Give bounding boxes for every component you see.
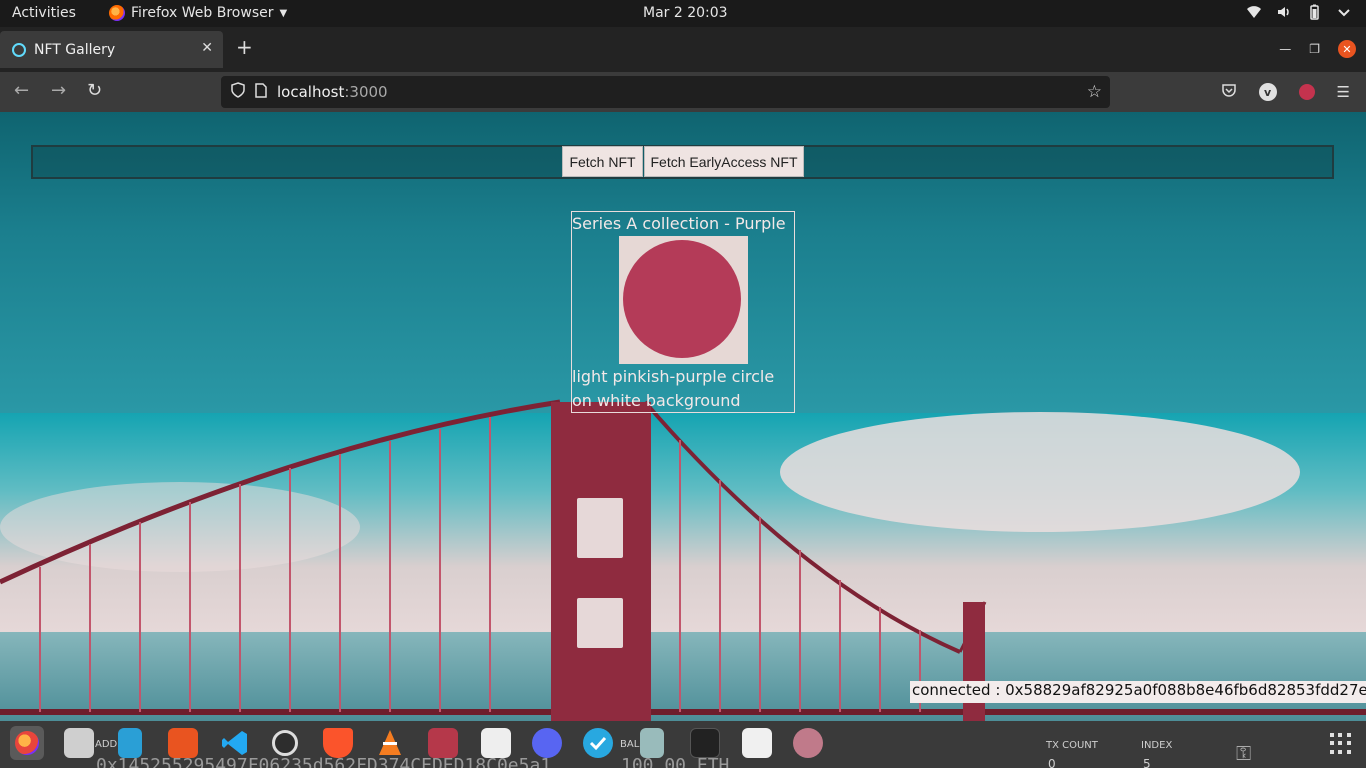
ubuntu-dock: ADD BAL 0x145255295497F06235d562FD374CED… bbox=[0, 721, 1366, 768]
wifi-icon bbox=[1246, 4, 1262, 20]
fetch-early-access-nft-button[interactable]: Fetch EarlyAccess NFT bbox=[644, 146, 804, 177]
firefox-icon bbox=[15, 731, 39, 755]
nft-card[interactable]: Series A collection - Purple light pinki… bbox=[571, 211, 795, 413]
maximize-button[interactable]: ❐ bbox=[1309, 42, 1320, 56]
app-menu[interactable]: Firefox Web Browser ▼ bbox=[109, 5, 287, 21]
react-icon bbox=[12, 42, 26, 57]
app-menu-label: Firefox Web Browser bbox=[131, 5, 274, 21]
new-tab-button[interactable]: + bbox=[236, 37, 253, 57]
toolbar-right: v ☰ bbox=[1221, 82, 1350, 102]
bookmark-star-icon[interactable]: ☆ bbox=[1087, 82, 1102, 102]
firefox-dock-icon[interactable] bbox=[10, 726, 44, 760]
bridge-illustration bbox=[0, 399, 1366, 715]
account-address: 0x145255295497F06235d562FD374CEDED18C0e5… bbox=[96, 755, 552, 768]
fetch-nft-button[interactable]: Fetch NFT bbox=[562, 146, 643, 177]
balance-label: BAL bbox=[620, 739, 640, 750]
url-bar[interactable]: localhost:3000 ☆ bbox=[221, 76, 1110, 108]
clock[interactable]: Mar 2 20:03 bbox=[643, 5, 728, 21]
tab-title: NFT Gallery bbox=[34, 41, 116, 58]
ganache-dock-icon[interactable] bbox=[793, 728, 823, 758]
libreoffice-writer-dock-icon[interactable] bbox=[118, 728, 142, 758]
page-content: Fetch NFT Fetch EarlyAccess NFT Series A… bbox=[0, 112, 1366, 721]
page-icon bbox=[255, 82, 267, 102]
system-tray[interactable] bbox=[1246, 4, 1352, 20]
volume-icon bbox=[1276, 4, 1292, 20]
discord-dock-icon[interactable] bbox=[532, 728, 562, 758]
pocket-icon[interactable] bbox=[1221, 82, 1237, 102]
forward-button[interactable]: → bbox=[51, 82, 66, 100]
tower-window bbox=[577, 498, 623, 558]
minimize-button[interactable]: — bbox=[1279, 42, 1291, 56]
text-editor-dock-icon[interactable] bbox=[481, 728, 511, 758]
activities-button[interactable]: Activities bbox=[12, 5, 76, 21]
spreadsheet-dock-icon[interactable] bbox=[640, 728, 664, 758]
ruby-mine-dock-icon[interactable] bbox=[428, 728, 458, 758]
checkmark-app-dock-icon[interactable] bbox=[583, 728, 613, 758]
index-label: INDEX bbox=[1141, 740, 1173, 751]
nft-circle-shape bbox=[623, 240, 741, 358]
extension-icon[interactable] bbox=[1298, 84, 1315, 100]
terminal-dock-icon[interactable] bbox=[690, 728, 720, 758]
bridge-tower bbox=[551, 402, 651, 721]
notes-dock-icon[interactable] bbox=[742, 728, 772, 758]
close-icon[interactable]: ✕ bbox=[201, 40, 213, 56]
tab-nft-gallery[interactable]: NFT Gallery ✕ bbox=[0, 31, 223, 68]
account-avatar-icon[interactable]: v bbox=[1258, 83, 1277, 101]
files-dock-icon[interactable] bbox=[64, 728, 94, 758]
tower-window bbox=[577, 598, 623, 648]
address-label: ADD bbox=[95, 739, 118, 750]
software-center-dock-icon[interactable] bbox=[168, 728, 198, 758]
nft-card-description: light pinkish-purple circle on white bac… bbox=[572, 367, 775, 410]
hamburger-menu-icon[interactable]: ☰ bbox=[1337, 83, 1350, 101]
disk-usage-dock-icon[interactable] bbox=[272, 730, 298, 756]
shield-icon[interactable] bbox=[231, 82, 245, 102]
reload-button[interactable]: ↻ bbox=[87, 82, 102, 100]
brave-dock-icon[interactable] bbox=[323, 728, 353, 758]
index-value: 5 bbox=[1143, 757, 1151, 768]
bridge-tower-far bbox=[963, 602, 985, 721]
chevron-down-icon: ▼ bbox=[279, 7, 288, 19]
window-close-button[interactable]: ✕ bbox=[1338, 40, 1356, 58]
battery-icon bbox=[1306, 4, 1322, 20]
window-controls: — ❐ ✕ bbox=[1279, 40, 1356, 58]
firefox-icon bbox=[109, 5, 125, 21]
tx-count-value: 0 bbox=[1048, 757, 1056, 768]
nft-image bbox=[619, 236, 748, 364]
system-top-bar: Activities Firefox Web Browser ▼ Mar 2 2… bbox=[0, 0, 1366, 27]
connection-status: connected : 0x58829af82925a0f088b8e46fb6… bbox=[910, 681, 1366, 703]
vscode-dock-icon[interactable] bbox=[220, 728, 250, 758]
nft-card-title: Series A collection - Purple bbox=[572, 214, 786, 233]
chevron-down-icon bbox=[1336, 4, 1352, 20]
tx-count-label: TX COUNT bbox=[1046, 740, 1098, 751]
navigation-toolbar: ← → ↻ localhost:3000 ☆ v ☰ bbox=[0, 72, 1366, 112]
url-host: localhost bbox=[277, 83, 345, 101]
url-port: :3000 bbox=[344, 83, 388, 101]
vlc-dock-icon[interactable] bbox=[375, 728, 405, 758]
key-icon[interactable]: ⚿ bbox=[1236, 741, 1251, 765]
back-button[interactable]: ← bbox=[14, 82, 29, 100]
tab-strip: NFT Gallery ✕ + — ❐ ✕ bbox=[0, 27, 1366, 72]
show-applications-icon[interactable] bbox=[1330, 733, 1352, 755]
account-balance: 100.00 ETH bbox=[621, 755, 730, 768]
